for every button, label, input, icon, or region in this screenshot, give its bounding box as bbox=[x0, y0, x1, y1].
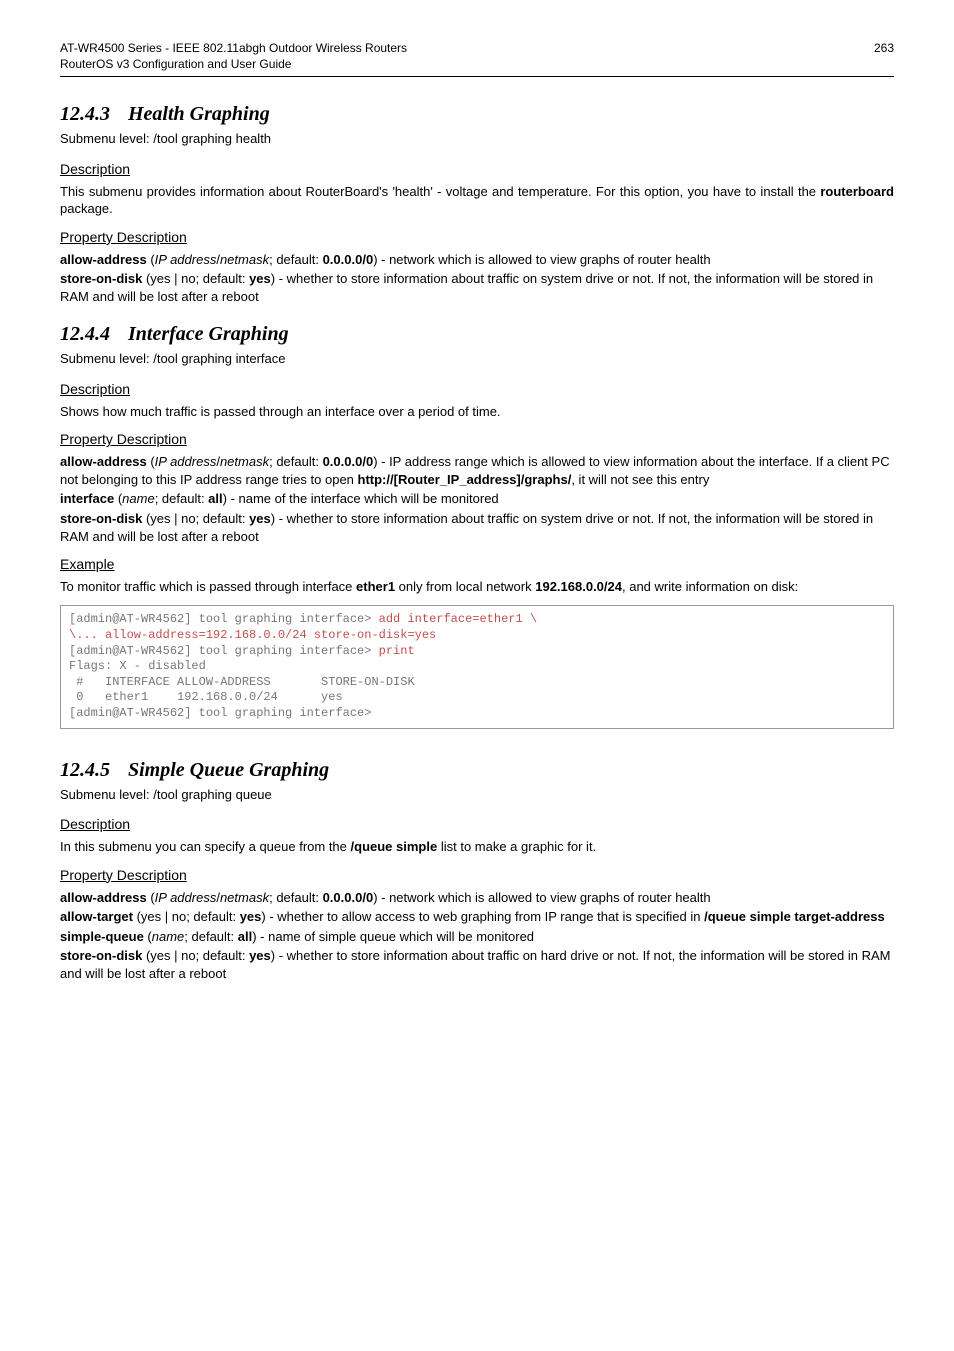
description-heading: Description bbox=[60, 380, 894, 399]
section-heading: 12.4.5 Simple Queue Graphing bbox=[60, 757, 894, 784]
section-title: Simple Queue Graphing bbox=[128, 759, 329, 781]
header-title: AT-WR4500 Series - IEEE 802.11abgh Outdo… bbox=[60, 40, 407, 72]
property-list: allow-address (IP address/netmask; defau… bbox=[60, 889, 894, 983]
submenu-level: Submenu level: /tool graphing health bbox=[60, 130, 894, 148]
section-number: 12.4.4 bbox=[60, 323, 110, 345]
section-heading: 12.4.3 Health Graphing bbox=[60, 101, 894, 128]
description-text: Shows how much traffic is passed through… bbox=[60, 403, 894, 421]
submenu-level: Submenu level: /tool graphing interface bbox=[60, 350, 894, 368]
page-number: 263 bbox=[874, 40, 894, 72]
section-number: 12.4.3 bbox=[60, 103, 110, 125]
code-example: [admin@AT-WR4562] tool graphing interfac… bbox=[60, 605, 894, 728]
section-heading: 12.4.4 Interface Graphing bbox=[60, 321, 894, 348]
description-heading: Description bbox=[60, 160, 894, 179]
description-heading: Description bbox=[60, 815, 894, 834]
section-title: Interface Graphing bbox=[128, 323, 289, 345]
description-text: In this submenu you can specify a queue … bbox=[60, 838, 894, 856]
property-item: allow-target (yes | no; default: yes) - … bbox=[60, 908, 894, 926]
section-title: Health Graphing bbox=[128, 103, 270, 125]
property-description-heading: Property Description bbox=[60, 866, 894, 885]
property-item: allow-address (IP address/netmask; defau… bbox=[60, 251, 894, 269]
property-description-heading: Property Description bbox=[60, 228, 894, 247]
property-item: store-on-disk (yes | no; default: yes) -… bbox=[60, 270, 894, 305]
page-header: AT-WR4500 Series - IEEE 802.11abgh Outdo… bbox=[60, 40, 894, 77]
property-item: simple-queue (name; default: all) - name… bbox=[60, 928, 894, 946]
example-text: To monitor traffic which is passed throu… bbox=[60, 578, 894, 596]
description-text: This submenu provides information about … bbox=[60, 183, 894, 218]
property-item: allow-address (IP address/netmask; defau… bbox=[60, 453, 894, 488]
property-item: store-on-disk (yes | no; default: yes) -… bbox=[60, 510, 894, 545]
property-item: interface (name; default: all) - name of… bbox=[60, 490, 894, 508]
property-list: allow-address (IP address/netmask; defau… bbox=[60, 251, 894, 306]
example-heading: Example bbox=[60, 555, 894, 574]
property-item: store-on-disk (yes | no; default: yes) -… bbox=[60, 947, 894, 982]
property-description-heading: Property Description bbox=[60, 430, 894, 449]
submenu-level: Submenu level: /tool graphing queue bbox=[60, 786, 894, 804]
section-number: 12.4.5 bbox=[60, 759, 110, 781]
property-list: allow-address (IP address/netmask; defau… bbox=[60, 453, 894, 545]
property-item: allow-address (IP address/netmask; defau… bbox=[60, 889, 894, 907]
